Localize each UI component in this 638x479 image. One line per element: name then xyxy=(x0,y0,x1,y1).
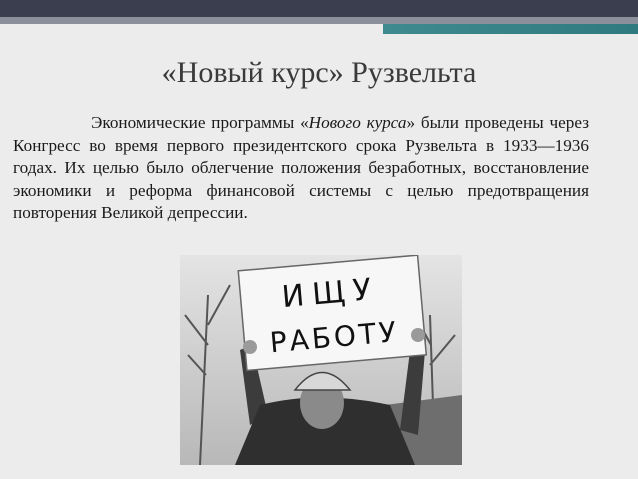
slide-title: «Новый курс» Рузвельта xyxy=(161,56,477,89)
header-accent-stripe xyxy=(0,24,638,34)
historical-photo: ИЩУ РАБОТУ xyxy=(180,255,462,465)
protest-sign: ИЩУ РАБОТУ xyxy=(237,255,428,372)
header-bar-dark xyxy=(0,0,638,17)
photo-illustration: ИЩУ РАБОТУ xyxy=(180,255,462,465)
right-hand xyxy=(411,328,425,342)
header-bar-light xyxy=(0,17,638,24)
slide-paragraph: Экономические программы «Нового курса» б… xyxy=(13,112,589,225)
left-hand xyxy=(243,340,257,354)
paragraph-part1: Экономические программы « xyxy=(91,113,309,132)
paragraph-italic: Нового курса xyxy=(308,113,407,132)
